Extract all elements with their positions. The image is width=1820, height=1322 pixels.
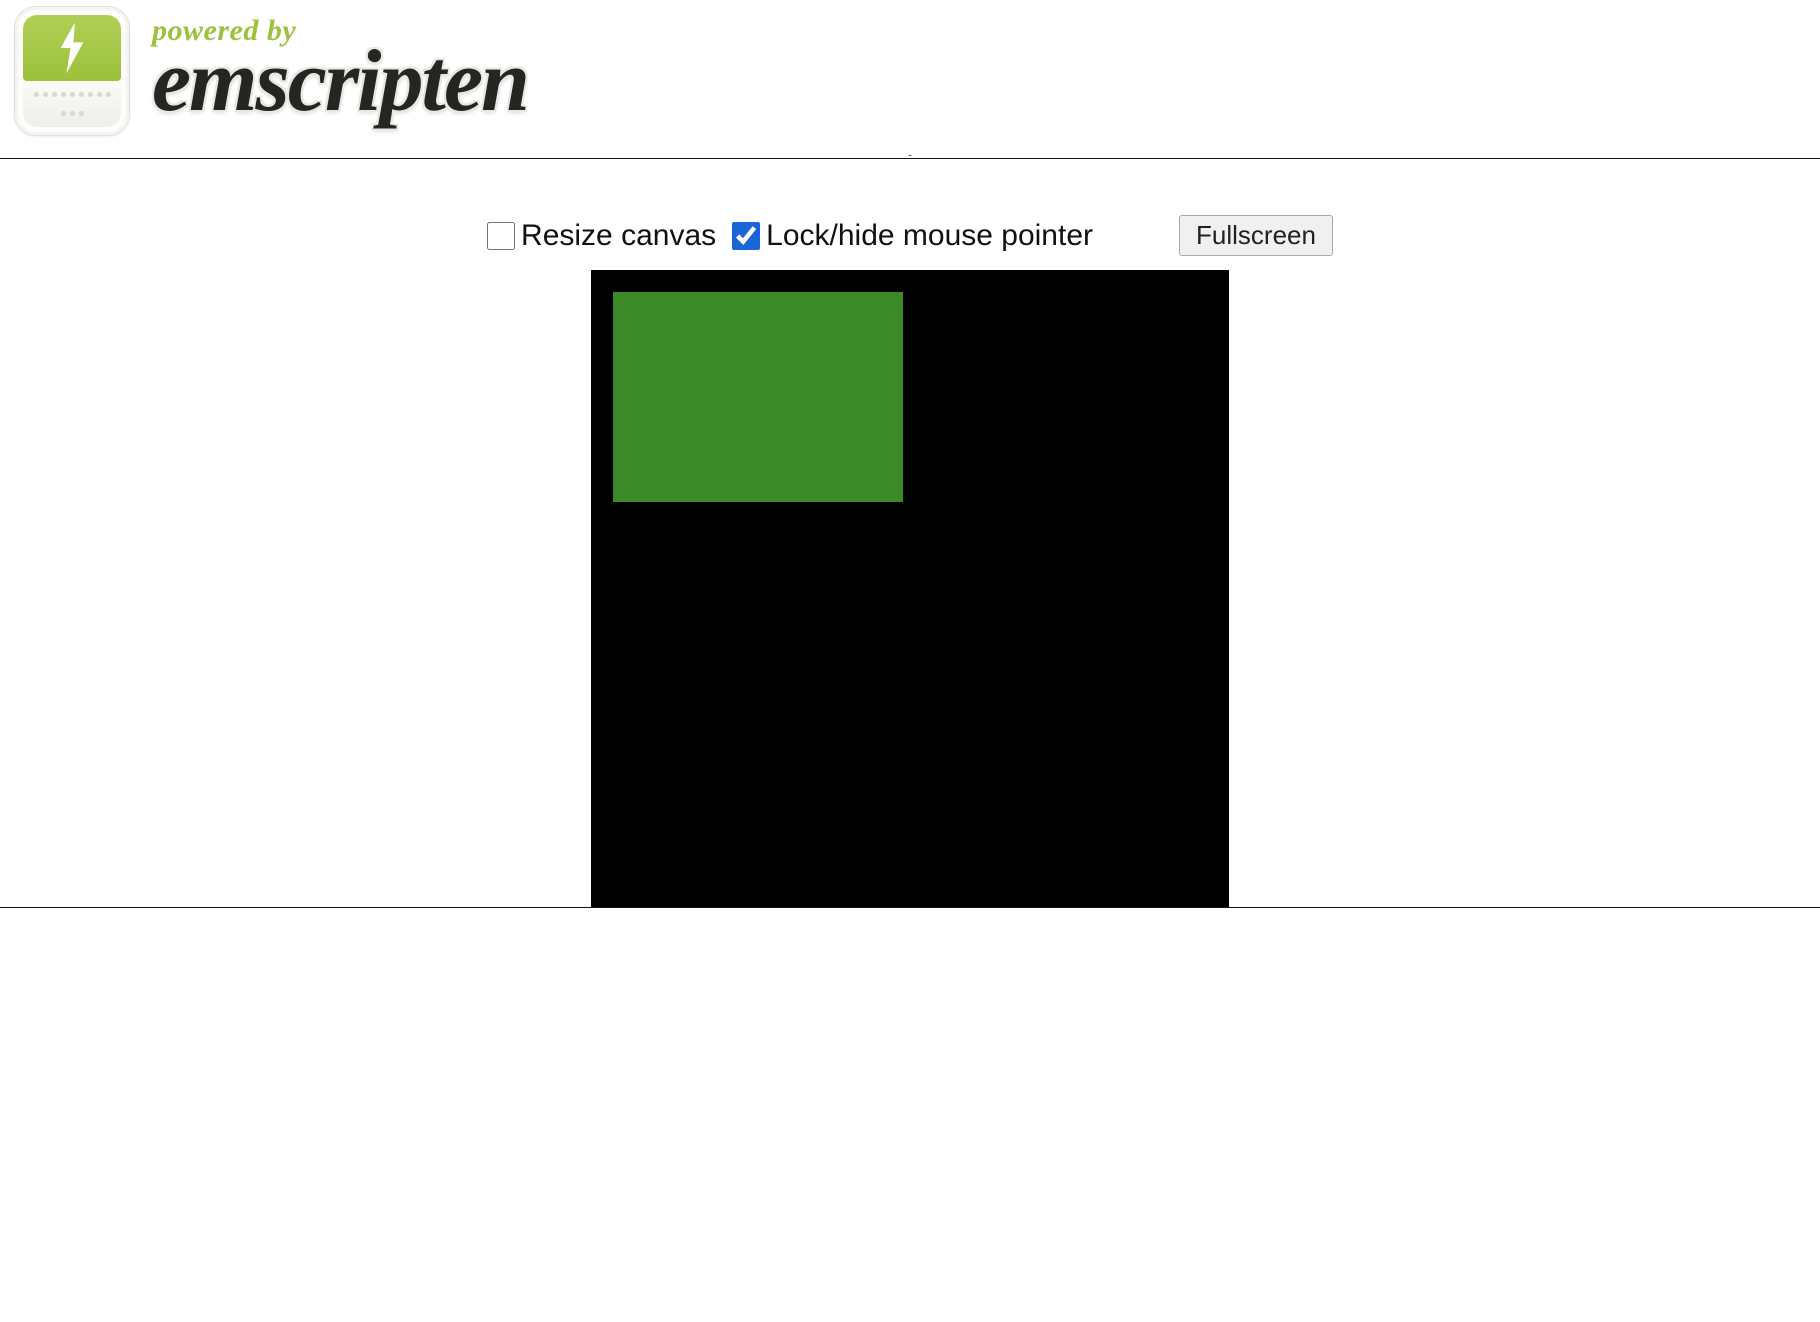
resize-canvas-checkbox[interactable] <box>487 222 515 250</box>
bottom-separator <box>0 907 1820 908</box>
lock-pointer-control[interactable]: Lock/hide mouse pointer <box>732 219 1093 253</box>
logo-icon-bottom <box>23 81 121 127</box>
emscripten-logo-icon <box>14 6 130 136</box>
output-canvas[interactable] <box>591 270 1229 908</box>
fullscreen-button[interactable]: Fullscreen <box>1179 215 1333 256</box>
emscripten-title: emscripten <box>152 38 528 126</box>
lightning-bolt-icon <box>55 22 89 74</box>
lock-pointer-checkbox[interactable] <box>732 222 760 250</box>
header: powered by emscripten <box>0 0 1820 146</box>
resize-canvas-control[interactable]: Resize canvas <box>487 219 716 253</box>
controls-row: Resize canvas Lock/hide mouse pointer Fu… <box>0 159 1820 270</box>
canvas-area <box>0 270 1820 908</box>
tiny-link[interactable] <box>0 146 1820 158</box>
lock-pointer-label: Lock/hide mouse pointer <box>766 219 1093 253</box>
logo-icon-top <box>23 15 121 81</box>
logo-text: powered by emscripten <box>140 10 540 132</box>
canvas-green-rect <box>613 292 903 502</box>
resize-canvas-label: Resize canvas <box>521 219 716 253</box>
